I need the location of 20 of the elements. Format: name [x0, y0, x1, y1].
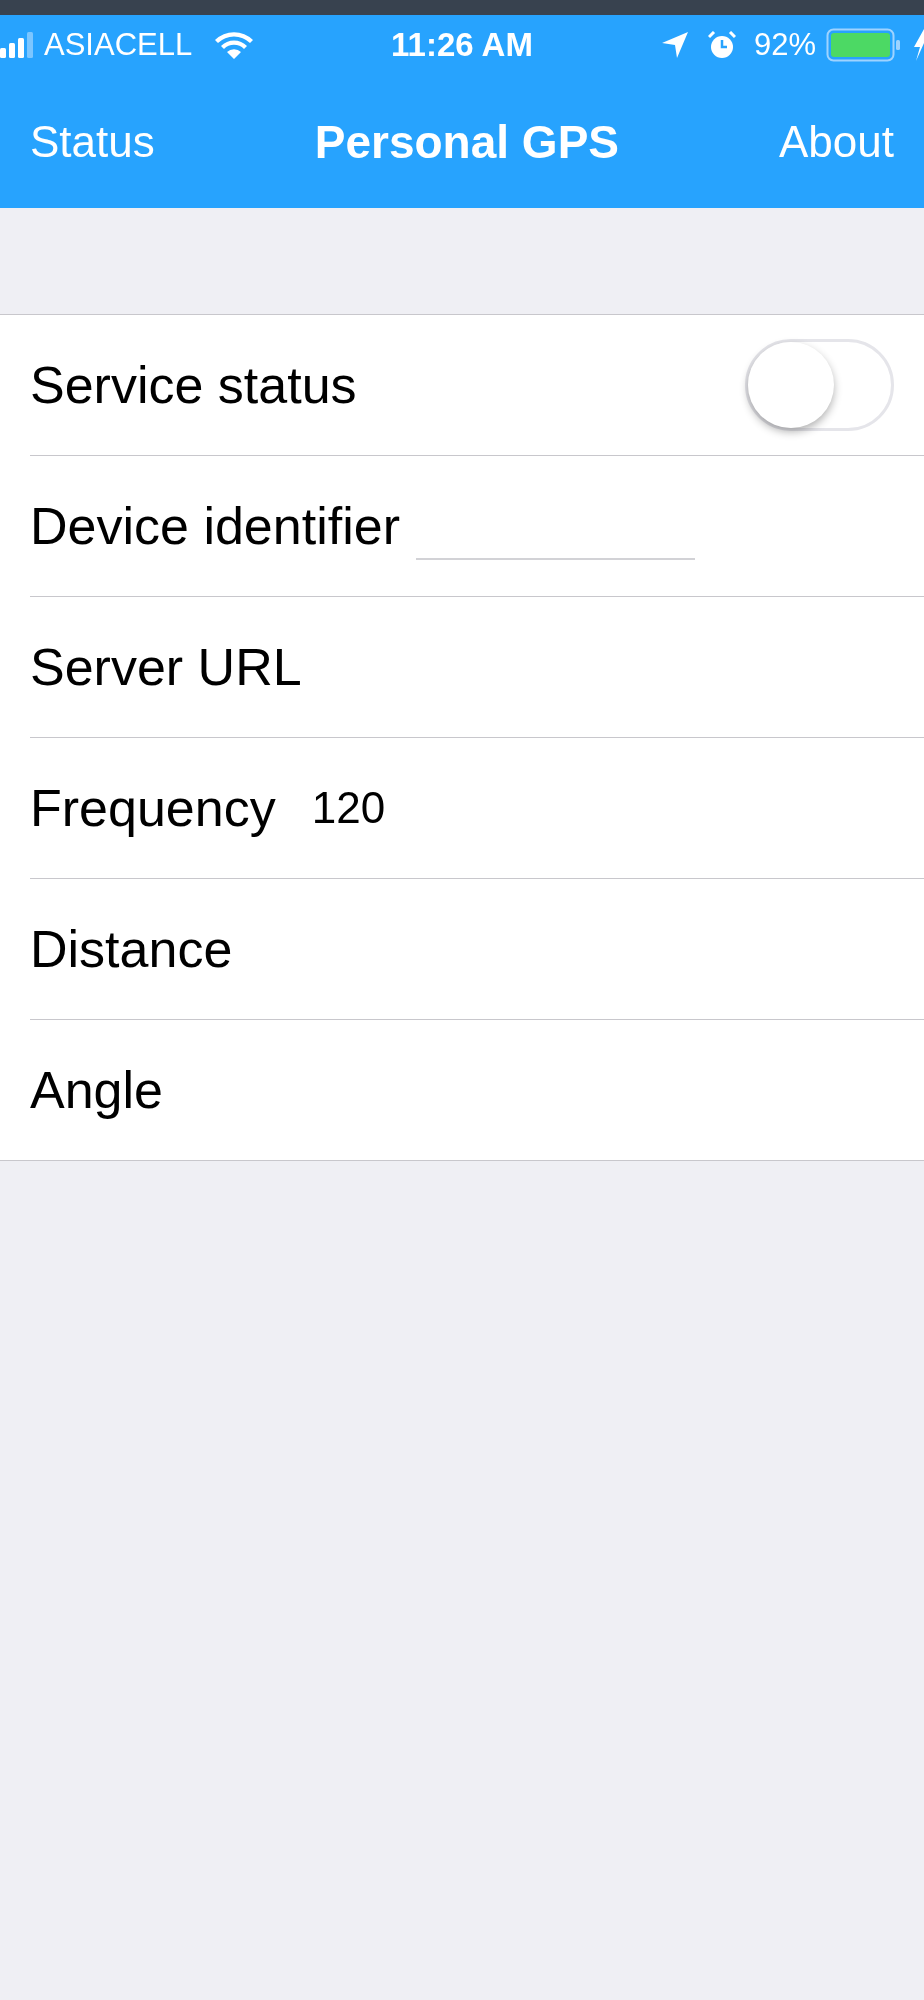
toggle-switch[interactable] — [745, 339, 894, 431]
signal-icon — [0, 32, 36, 58]
wifi-icon — [214, 30, 255, 60]
clock-time: 11:26 AM — [391, 26, 533, 64]
battery-icon — [826, 28, 902, 62]
alarm-clock-icon — [707, 31, 736, 59]
row-label: Server URL — [30, 637, 302, 697]
charging-bolt-icon — [912, 29, 924, 61]
row-label: Service status — [30, 355, 357, 415]
location-arrow-icon — [661, 32, 688, 58]
battery-percent: 92% — [753, 27, 816, 63]
field-value[interactable]: 120 — [311, 783, 386, 833]
carrier-name: ASIACELL — [44, 27, 193, 63]
about-button[interactable]: About — [779, 116, 894, 167]
row-label: Device identifier — [30, 496, 400, 556]
row-label: Frequency — [30, 778, 276, 838]
status-button[interactable]: Status — [30, 116, 155, 167]
screen-title: Personal GPS — [314, 114, 619, 169]
row-label: Distance — [30, 919, 233, 979]
row-label: Angle — [30, 1060, 163, 1120]
